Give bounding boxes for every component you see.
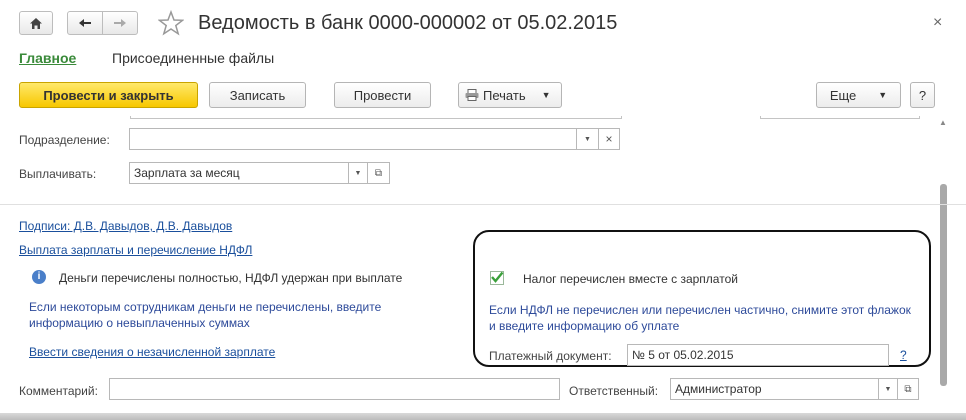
more-button[interactable]: Еще ▼	[816, 82, 901, 108]
help-button[interactable]: ?	[910, 82, 935, 108]
divider	[0, 204, 966, 205]
tab-attached-files[interactable]: Присоединенные файлы	[112, 50, 274, 66]
pay-open-button[interactable]: ⧉	[367, 162, 390, 184]
scrollbar-thumb[interactable]	[940, 184, 947, 386]
open-icon: ⧉	[374, 167, 383, 179]
post-button[interactable]: Провести	[334, 82, 431, 108]
payment-doc-field[interactable]: № 5 от 05.02.2015	[627, 344, 889, 366]
hint-unpaid: Если некоторым сотрудникам деньги не пер…	[29, 300, 382, 330]
print-button[interactable]: Печать ▼	[458, 82, 562, 108]
printer-icon	[465, 89, 479, 101]
tax-checkbox[interactable]	[490, 271, 504, 285]
tab-main[interactable]: Главное	[19, 50, 76, 66]
responsible-dropdown-button[interactable]: ▼	[878, 378, 898, 400]
unpaid-link[interactable]: Ввести сведения о незачисленной зарплате	[29, 345, 275, 359]
pay-field[interactable]: Зарплата за месяц	[129, 162, 349, 184]
star-icon	[157, 9, 185, 36]
comment-label: Комментарий:	[19, 384, 98, 398]
responsible-field[interactable]: Администратор	[670, 378, 879, 400]
department-label: Подразделение:	[19, 133, 110, 147]
home-icon	[30, 17, 42, 29]
forward-button[interactable]	[102, 11, 138, 35]
info-icon: i	[32, 270, 46, 284]
back-button[interactable]	[67, 11, 103, 35]
favorite-star-button[interactable]	[157, 9, 185, 36]
open-icon: ⧉	[904, 383, 912, 395]
scroll-up-arrow[interactable]: ▲	[939, 118, 947, 127]
home-button[interactable]	[19, 11, 53, 35]
pay-dropdown-button[interactable]: ▼	[348, 162, 368, 184]
department-field[interactable]	[129, 128, 577, 150]
close-icon[interactable]: ×	[933, 14, 942, 32]
department-dropdown-button[interactable]: ▼	[576, 128, 599, 150]
save-button[interactable]: Записать	[209, 82, 306, 108]
chevron-down-icon: ▼	[884, 385, 892, 393]
pay-label: Выплачивать:	[19, 167, 97, 181]
arrow-left-icon	[79, 19, 91, 27]
scrollbar-track[interactable]: ▲	[938, 118, 949, 388]
chevron-down-icon: ▼	[584, 135, 591, 143]
scrolled-field-edge-right	[760, 116, 920, 119]
department-clear-button[interactable]: ×	[598, 128, 620, 150]
signatures-link[interactable]: Подписи: Д.В. Давыдов, Д.В. Давыдов	[19, 219, 232, 233]
tax-checkbox-label[interactable]: Налог перечислен вместе с зарплатой	[523, 272, 738, 286]
responsible-open-button[interactable]: ⧉	[897, 378, 919, 400]
chevron-down-icon: ▼	[878, 90, 888, 100]
payout-link[interactable]: Выплата зарплаты и перечисление НДФЛ	[19, 243, 252, 257]
post-and-close-button[interactable]: Провести и закрыть	[19, 82, 198, 108]
page-title: Ведомость в банк 0000-000002 от 05.02.20…	[198, 12, 618, 34]
clear-icon: ×	[605, 132, 613, 146]
status-text: Деньги перечислены полностью, НДФЛ удерж…	[59, 271, 403, 285]
chevron-down-icon: ▼	[541, 90, 551, 100]
responsible-label: Ответственный:	[569, 384, 659, 398]
checkmark-icon	[491, 271, 504, 283]
payment-doc-label: Платежный документ:	[489, 349, 612, 363]
window-bottom-border	[0, 413, 966, 420]
comment-field[interactable]	[109, 378, 560, 400]
arrow-right-icon	[114, 19, 126, 27]
print-label: Печать	[483, 87, 526, 103]
more-label: Еще	[829, 87, 857, 103]
tax-hint: Если НДФЛ не перечислен или перечислен ч…	[489, 303, 911, 333]
chevron-down-icon: ▼	[354, 169, 362, 177]
payment-doc-help-link[interactable]: ?	[900, 348, 907, 362]
scrolled-field-edge-left	[130, 116, 622, 119]
